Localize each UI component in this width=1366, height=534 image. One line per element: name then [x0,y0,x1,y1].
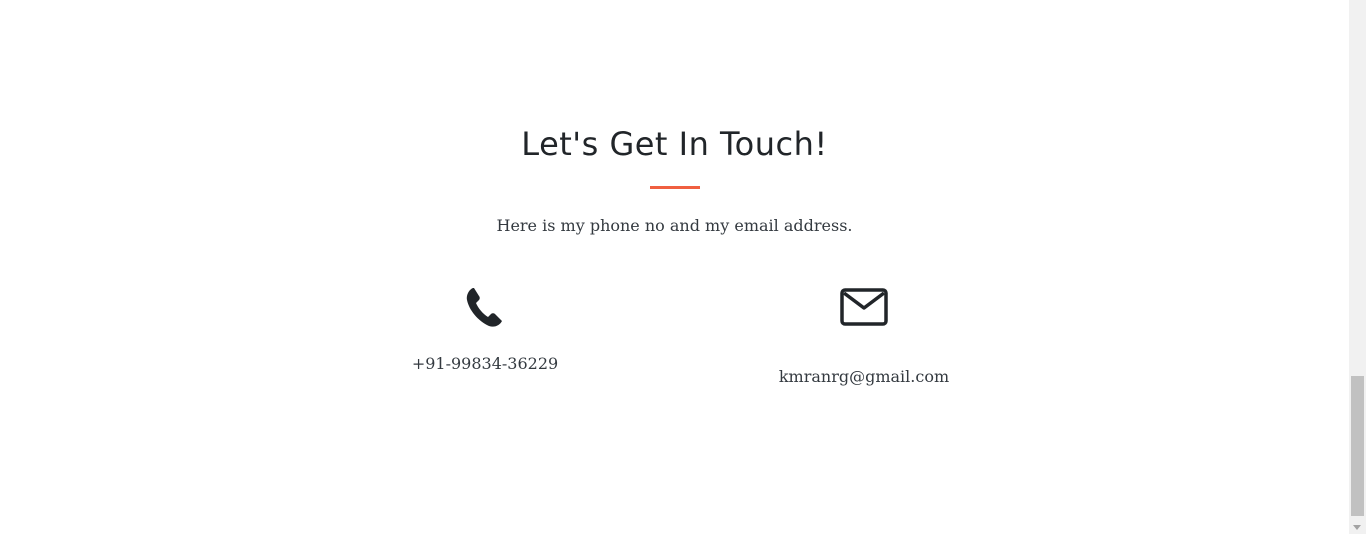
envelope-icon [839,286,889,331]
phone-contact: +91-99834-36229 [385,286,585,376]
section-title: Let's Get In Touch! [521,125,828,163]
scroll-down-arrow-icon[interactable] [1353,525,1361,530]
contact-section: Let's Get In Touch! Here is my phone no … [0,0,1349,534]
page: Let's Get In Touch! Here is my phone no … [0,0,1366,534]
scrollbar-thumb[interactable] [1351,376,1364,516]
title-divider [650,186,700,189]
phone-icon [465,286,505,333]
email-contact: kmranrg@gmail.com [764,286,964,389]
vertical-scrollbar[interactable] [1349,0,1366,534]
section-subtitle: Here is my phone no and my email address… [496,216,853,235]
phone-number[interactable]: +91-99834-36229 [385,352,585,376]
email-address[interactable]: kmranrg@gmail.com [764,365,964,389]
